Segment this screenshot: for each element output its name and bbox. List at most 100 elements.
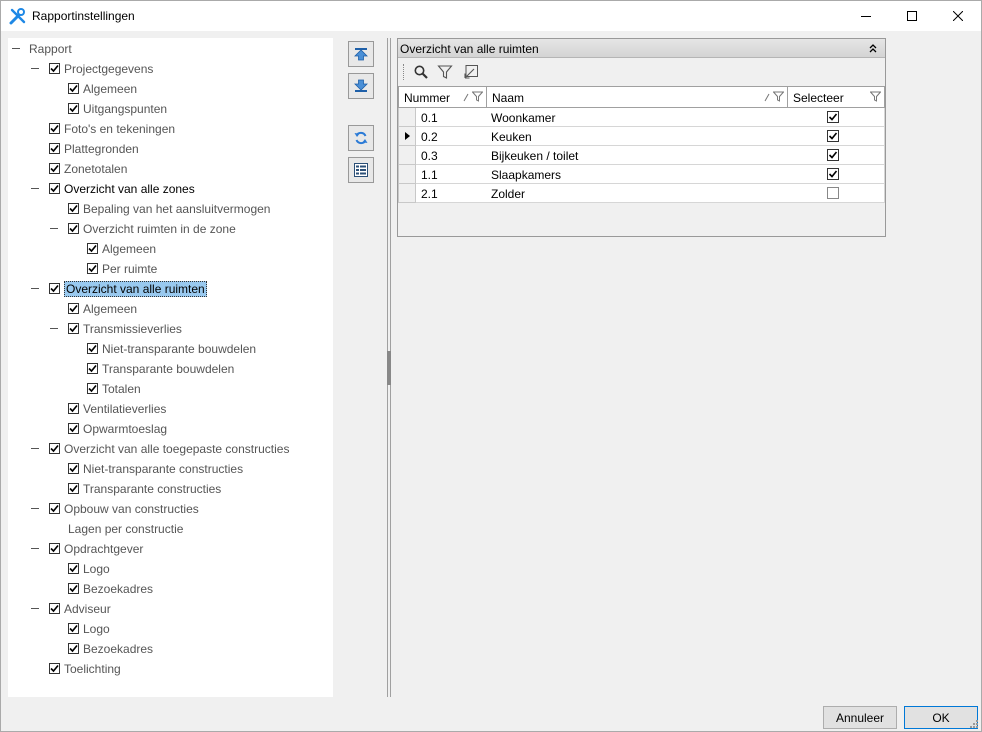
tree-item[interactable]: Per ruimte <box>8 259 328 279</box>
tree-item[interactable]: Adviseur <box>8 599 328 619</box>
tree-item[interactable]: Plattegronden <box>8 139 328 159</box>
table-row[interactable]: 0.1 Woonkamer <box>398 108 885 127</box>
cell-naam[interactable]: Woonkamer <box>486 108 788 127</box>
collapse-tree-icon[interactable] <box>30 539 40 559</box>
search-button[interactable] <box>412 63 430 81</box>
column-filter-icon[interactable] <box>870 91 881 102</box>
maximize-button[interactable] <box>889 1 935 31</box>
tree-item-checkbox[interactable] <box>68 323 79 334</box>
tree-item[interactable]: Projectgegevens <box>8 59 328 79</box>
cell-naam[interactable]: Bijkeuken / toilet <box>486 146 788 165</box>
tree-item[interactable]: Overzicht ruimten in de zone <box>8 219 328 239</box>
refresh-button[interactable] <box>348 125 374 151</box>
close-button[interactable] <box>935 1 981 31</box>
tree-item[interactable]: Algemeen <box>8 79 328 99</box>
tree-item-checkbox[interactable] <box>87 363 98 374</box>
tree-item-checkbox[interactable] <box>87 343 98 354</box>
cancel-button[interactable]: Annuleer <box>823 706 897 729</box>
minimize-button[interactable] <box>843 1 889 31</box>
column-filter-icon[interactable] <box>773 91 784 102</box>
tree-item[interactable]: Uitgangspunten <box>8 99 328 119</box>
cell-nummer[interactable]: 0.1 <box>416 108 487 127</box>
cell-nummer[interactable]: 1.1 <box>416 165 487 184</box>
cell-naam[interactable]: Slaapkamers <box>486 165 788 184</box>
tree-item[interactable]: Logo <box>8 619 328 639</box>
collapse-tree-icon[interactable] <box>30 599 40 619</box>
tree-item-checkbox[interactable] <box>68 563 79 574</box>
tree-item-checkbox[interactable] <box>68 103 79 114</box>
tree-item[interactable]: Zonetotalen <box>8 159 328 179</box>
splitter-grip[interactable] <box>387 351 391 385</box>
select-checkbox[interactable] <box>827 130 839 142</box>
report-section-tree[interactable]: Rapport Projectgegevens Algemeen Uitgangspu… <box>8 38 333 697</box>
column-header-nummer[interactable]: Nummer <box>398 86 487 108</box>
column-header-naam[interactable]: Naam <box>486 86 788 108</box>
tree-item-checkbox[interactable] <box>49 503 60 514</box>
tree-item[interactable]: Opbouw van constructies <box>8 499 328 519</box>
tree-item-checkbox[interactable] <box>49 443 60 454</box>
collapse-tree-icon[interactable] <box>49 319 59 339</box>
tree-item-checkbox[interactable] <box>87 243 98 254</box>
tree-item-checkbox[interactable] <box>68 303 79 314</box>
tree-item[interactable]: Lagen per constructie <box>8 519 328 539</box>
tree-item[interactable]: Bezoekadres <box>8 579 328 599</box>
tree-item[interactable]: Rapport <box>8 39 328 59</box>
tree-item-checkbox[interactable] <box>68 623 79 634</box>
table-row[interactable]: 0.2 Keuken <box>398 127 885 146</box>
list-settings-button[interactable] <box>348 157 374 183</box>
tree-item[interactable]: Opdrachtgever <box>8 539 328 559</box>
cell-nummer[interactable]: 2.1 <box>416 184 487 203</box>
cell-nummer[interactable]: 0.3 <box>416 146 487 165</box>
collapse-tree-icon[interactable] <box>11 39 21 59</box>
tree-item[interactable]: Transmissieverlies <box>8 319 328 339</box>
tree-item-checkbox[interactable] <box>68 643 79 654</box>
row-selector[interactable] <box>398 146 416 165</box>
column-header-selecteer[interactable]: Selecteer <box>787 86 885 108</box>
collapse-tree-icon[interactable] <box>30 279 40 299</box>
tree-item[interactable]: Toelichting <box>8 659 328 679</box>
tree-item[interactable]: Transparante constructies <box>8 479 328 499</box>
table-row[interactable]: 0.3 Bijkeuken / toilet <box>398 146 885 165</box>
cell-naam[interactable]: Keuken <box>486 127 788 146</box>
row-selector[interactable] <box>398 184 416 203</box>
tree-item-checkbox[interactable] <box>49 63 60 74</box>
cell-naam[interactable]: Zolder <box>486 184 788 203</box>
tree-item-checkbox[interactable] <box>68 463 79 474</box>
tree-item[interactable]: Bezoekadres <box>8 639 328 659</box>
tree-item-checkbox[interactable] <box>87 263 98 274</box>
collapse-tree-icon[interactable] <box>49 219 59 239</box>
tree-item-checkbox[interactable] <box>68 203 79 214</box>
tree-item-checkbox[interactable] <box>49 283 60 294</box>
tree-item-checkbox[interactable] <box>68 223 79 234</box>
collapse-tree-icon[interactable] <box>30 439 40 459</box>
tree-item[interactable]: Overzicht van alle zones <box>8 179 328 199</box>
tree-item[interactable]: Algemeen <box>8 299 328 319</box>
select-checkbox[interactable] <box>827 111 839 123</box>
tree-item-checkbox[interactable] <box>68 583 79 594</box>
collapse-tree-icon[interactable] <box>30 179 40 199</box>
collapse-tree-icon[interactable] <box>30 59 40 79</box>
tree-item[interactable]: Bepaling van het aansluitvermogen <box>8 199 328 219</box>
grid-panel-header[interactable]: Overzicht van alle ruimten <box>398 39 885 58</box>
collapse-icon[interactable] <box>867 42 879 54</box>
row-selector[interactable] <box>398 108 416 127</box>
title-bar[interactable]: Rapportinstellingen <box>1 1 981 31</box>
tree-item-checkbox[interactable] <box>68 423 79 434</box>
select-checkbox[interactable] <box>827 149 839 161</box>
tree-item[interactable]: Logo <box>8 559 328 579</box>
tree-item[interactable]: Overzicht van alle toegepaste constructi… <box>8 439 328 459</box>
ok-button[interactable]: OK <box>904 706 978 729</box>
tree-item-checkbox[interactable] <box>49 163 60 174</box>
tree-item[interactable]: Totalen <box>8 379 328 399</box>
row-selector[interactable] <box>398 165 416 184</box>
tree-item-checkbox[interactable] <box>49 543 60 554</box>
filter-button[interactable] <box>436 63 454 81</box>
table-row[interactable]: 1.1 Slaapkamers <box>398 165 885 184</box>
tree-item-checkbox[interactable] <box>49 143 60 154</box>
tree-item-checkbox[interactable] <box>68 403 79 414</box>
tree-item-checkbox[interactable] <box>87 383 98 394</box>
row-selector[interactable] <box>398 127 416 146</box>
tree-item-checkbox[interactable] <box>68 483 79 494</box>
collapse-tree-icon[interactable] <box>30 499 40 519</box>
select-checkbox[interactable] <box>827 187 839 199</box>
